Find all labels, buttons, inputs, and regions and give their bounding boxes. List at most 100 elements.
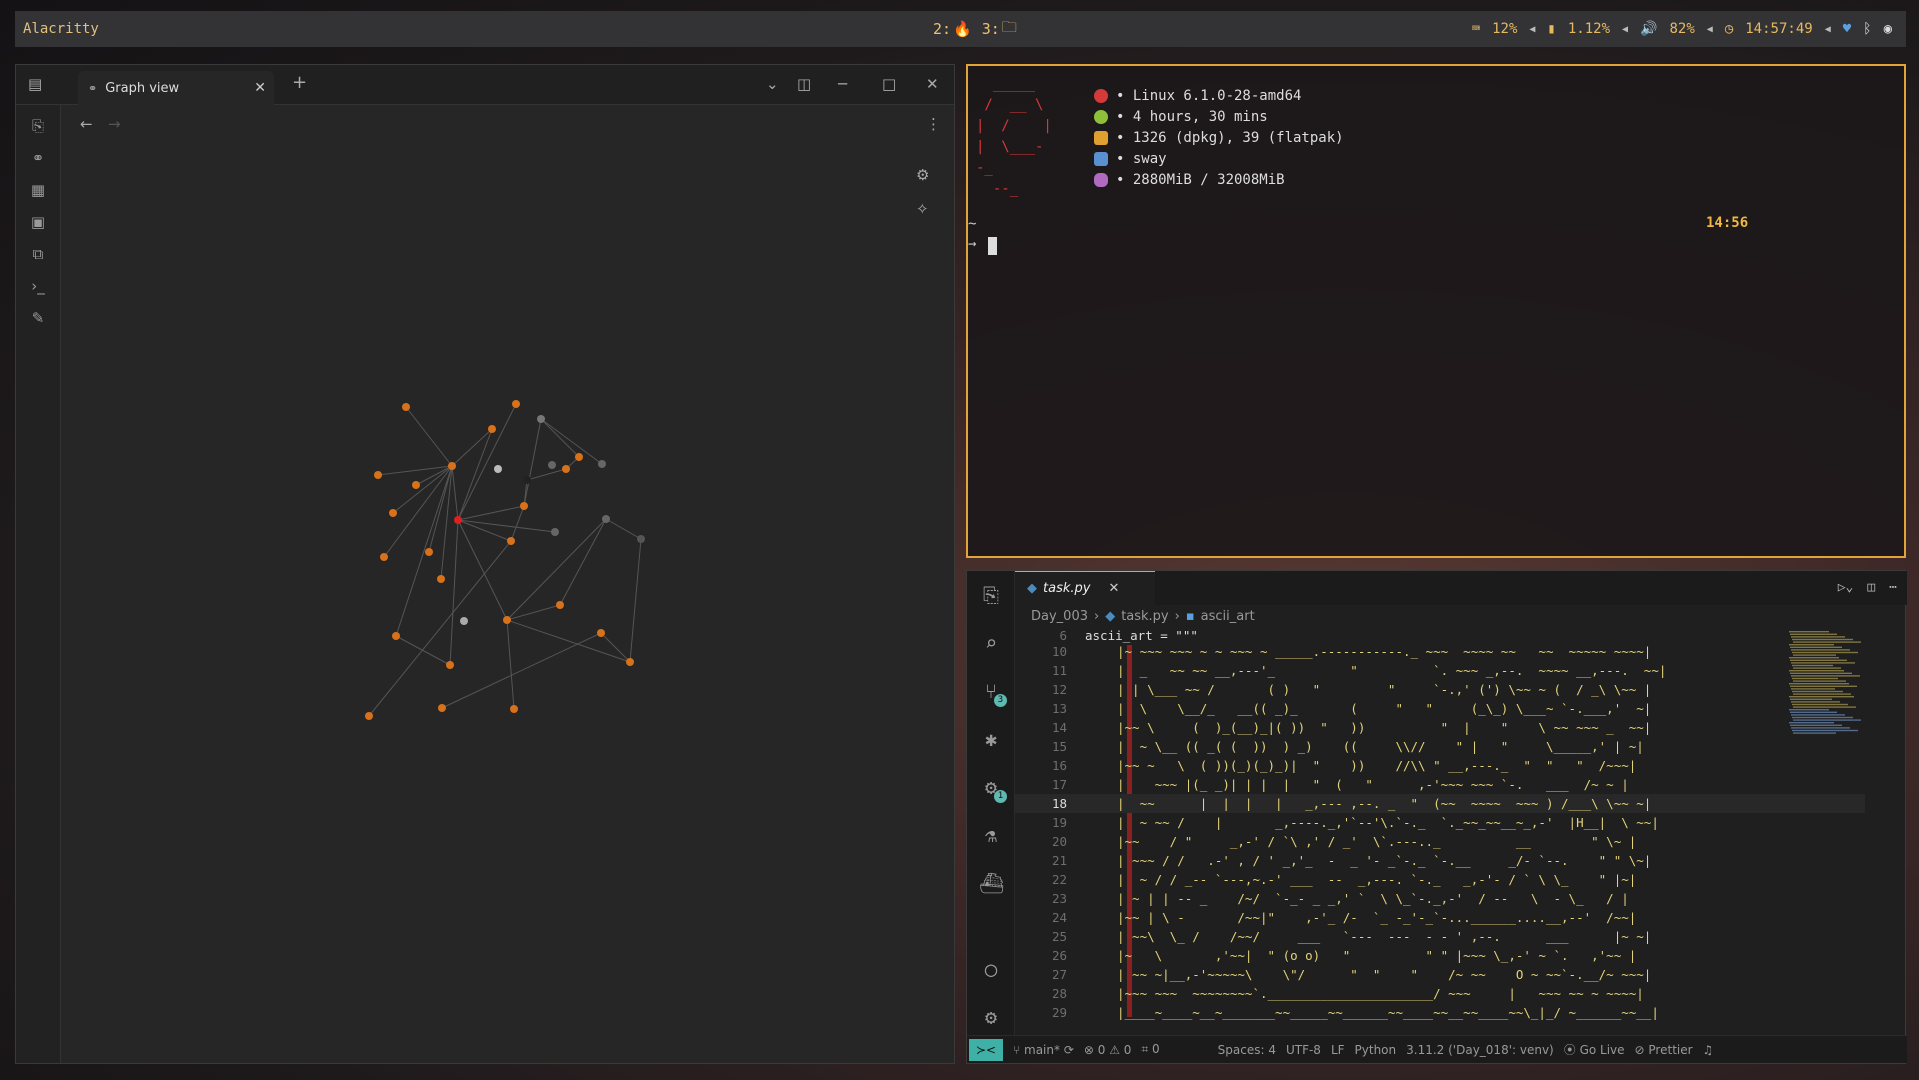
templates-icon[interactable]: ⧉ [29,245,47,263]
calendar-icon[interactable]: ▣ [29,213,47,231]
code-line[interactable]: 18 | ~~ | | | | _,--- ,--. _ " (~~ ~~~~ ~… [1015,794,1865,813]
code-line[interactable]: 29 |____~____~__~_______~~_____~~______~~… [1015,1003,1865,1022]
code-line[interactable]: 17 | ~~~ |(_ _)| | | | " ( " ,-'~~~ ~~~ `… [1015,775,1865,794]
network-icon[interactable]: ♥ [1843,21,1851,37]
graph-node[interactable] [548,461,556,469]
debug-icon[interactable]: ✱ [979,727,1003,751]
graph-node[interactable] [598,460,606,468]
graph-node[interactable] [507,537,515,545]
encoding[interactable]: UTF-8 [1286,1043,1321,1057]
graph-node[interactable] [402,403,410,411]
code-line[interactable]: 21 | ~~~ / / .-' , / ' _,'_ - _ '- _`-._ … [1015,851,1865,870]
code-line[interactable]: 27 | ~~ ~|__,-'~~~~~\ \"/ " " " /~ ~~ O ~… [1015,965,1865,984]
graph-node[interactable] [637,535,645,543]
graph-node[interactable] [597,629,605,637]
docker-icon[interactable]: ⛴ [979,871,1004,895]
code-line[interactable]: 28 |~~~ ~~~ ~~~~~~~~`.___________________… [1015,984,1865,1003]
graph-node[interactable] [425,548,433,556]
split-view-icon[interactable]: ◫ [797,75,811,93]
graph-node[interactable] [380,553,388,561]
indentation[interactable]: Spaces: 4 [1218,1043,1276,1057]
workspace-3[interactable]: 3: 🗀 [982,17,1017,42]
graph-node[interactable] [551,528,559,536]
more-actions-icon[interactable]: ⋯ [1889,580,1897,595]
settings-icon[interactable]: ◉ [1884,21,1892,37]
tab-graph-view[interactable]: ⚭ Graph view ✕ [78,71,274,105]
code-line[interactable]: 19 | ~ ~~ / | _,----._,'`--'\.`-._ `._~~_… [1015,813,1865,832]
minimap[interactable] [1785,627,1875,767]
code-line[interactable]: 23 | ~ | | -- _ /~/ `-_- _ _,' ` \ \_`-._… [1015,889,1865,908]
code-line[interactable]: 14 |~~ \ ( )_(__)_|( )) " )) " | " \ ~~ ~… [1015,718,1865,737]
manage-gear-icon[interactable]: ⚙ [979,1005,1003,1029]
graph-node[interactable] [537,415,545,423]
code-line[interactable]: 20 |~~ / " _,-' / `\ ,' / _' \`.---.._ __… [1015,832,1865,851]
new-tab-icon[interactable]: + [292,72,307,93]
graph-node[interactable] [512,400,520,408]
breadcrumb-symbol[interactable]: ascii_art [1201,609,1255,624]
graph-node[interactable] [438,704,446,712]
testing-icon[interactable]: ⚗ [979,823,1003,847]
code-line[interactable]: 26 |~ \ ,'~~| " (o o) " " " |~~~ \_,-' ~ … [1015,946,1865,965]
code-line[interactable]: 25 | ~~\ \_ / /~~/ ___ `--- --- - - ' ,--… [1015,927,1865,946]
code-line[interactable]: 10 |~ ~~~ ~~~ ~ ~ ~~~ ~ _____.-----------… [1015,642,1865,661]
code-editor[interactable]: 6 ascii_art = """ 10 |~ ~~~ ~~~ ~ ~ ~~~ ~ _… [1015,627,1865,1035]
graph-node[interactable] [392,632,400,640]
graph-node-active[interactable] [454,516,462,524]
graph-node[interactable] [503,616,511,624]
prettier-button[interactable]: ⊘ Prettier [1635,1043,1693,1057]
explorer-icon[interactable]: ⎘ [979,583,1003,607]
graph-node[interactable] [562,465,570,473]
graph-node[interactable] [602,515,610,523]
run-icon[interactable]: ▷⌄ [1838,580,1854,595]
extensions-icon[interactable]: ⚙ 1 [979,775,1007,803]
notifications-bell-icon[interactable]: ♫ [1703,1043,1714,1057]
volume-status[interactable]: 82% [1669,21,1694,37]
problems-indicator[interactable]: ⊗ 0 ⚠ 0 [1084,1043,1132,1057]
sidebar-toggle-icon[interactable]: ▤ [28,75,42,93]
bluetooth-icon[interactable]: ᛒ [1863,21,1871,37]
split-editor-icon[interactable]: ◫ [1867,580,1875,595]
graph-node[interactable] [448,462,456,470]
close-window-icon[interactable]: ✕ [926,75,939,93]
graph-node[interactable] [389,509,397,517]
maximize-icon[interactable]: □ [882,75,896,93]
code-line[interactable]: 11 | _ ~~ ~~ __,---'_ " `. ~~~ _,--. ~~~~… [1015,661,1865,680]
ports-indicator[interactable]: ⌗ 0 [1141,1042,1159,1057]
canvas-icon[interactable]: ▦ [29,181,47,199]
chevron-down-icon[interactable]: ⌄ [766,75,779,93]
search-icon[interactable]: ⌕ [979,631,1003,655]
code-line[interactable]: 24 |~~ | \ - /~~|" ,-'_ /- `_ -_'-_`-..._… [1015,908,1865,927]
workspace-2[interactable]: 2: 🔥 [933,17,972,42]
code-line[interactable]: 22 | ~ / / _-- `---,~.-' ___ -- _,---. `-… [1015,870,1865,889]
graph-node[interactable] [494,465,502,473]
graph-node[interactable] [520,502,528,510]
code-line[interactable]: 12 | | \___ ~~ / ( ) " " `-.,' (') \~~ ~ … [1015,680,1865,699]
source-control-icon[interactable]: ⑂ 3 [979,679,1007,707]
graph-node[interactable] [523,476,531,484]
code-line[interactable]: 13 | \ \__/_ __(( _)_ ( " " (_\_) \___~ `… [1015,699,1865,718]
graph-node[interactable] [556,601,564,609]
minimize-icon[interactable]: ─ [838,75,847,93]
graph-node[interactable] [374,471,382,479]
code-line[interactable]: 16 |~~ ~ \ ( ))(_)(_)_)| " )) //\\ " __,-… [1015,756,1865,775]
graph-node[interactable] [460,617,468,625]
graph-node[interactable] [626,658,634,666]
breadcrumb-file[interactable]: task.py [1121,609,1168,624]
language-mode[interactable]: Python [1355,1043,1397,1057]
draw-icon[interactable]: ✎ [29,309,47,327]
terminal-window[interactable]: _____ / __ \ | / | | \___- -_ --_ • Linu… [966,64,1906,558]
volume-icon[interactable]: 🔊 [1640,21,1657,37]
python-interpreter[interactable]: 3.11.2 ('Day_018': venv) [1406,1043,1554,1057]
graph-node[interactable] [437,575,445,583]
graph-node[interactable] [488,425,496,433]
remote-icon[interactable]: ≻< [969,1038,1003,1061]
tab-task-py[interactable]: ◆ task.py ✕ [1015,571,1155,605]
graph-icon[interactable]: ⚭ [29,149,47,167]
code-line[interactable]: 15 | ~ \__ (( _( ( )) ) _) (( \\// " | " … [1015,737,1865,756]
graph-node[interactable] [446,661,454,669]
account-icon[interactable]: ◯ [979,957,1003,981]
open-quick-switcher-icon[interactable]: ⎘ [29,117,47,135]
close-tab-icon[interactable]: ✕ [254,80,266,96]
breadcrumb-folder[interactable]: Day_003 [1031,609,1088,624]
graph-canvas[interactable] [62,105,954,1063]
